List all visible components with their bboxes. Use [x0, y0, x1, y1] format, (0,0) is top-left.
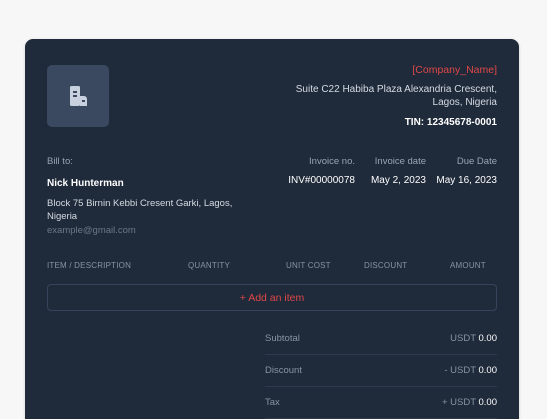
column-header-discount: DISCOUNT	[364, 261, 408, 270]
discount-label: Discount	[265, 365, 302, 376]
add-item-button[interactable]: + Add an item	[47, 284, 497, 311]
bill-to-label: Bill to:	[47, 156, 73, 167]
column-header-quantity: QUANTITY	[188, 261, 231, 270]
invoice-date-label: Invoice date	[374, 156, 426, 167]
tax-amount: + USDT 0.00	[442, 397, 497, 408]
subtotal-row: Subtotal USDT 0.00	[265, 323, 497, 355]
subtotal-label: Subtotal	[265, 333, 300, 344]
discount-value: 0.00	[478, 365, 498, 376]
due-date-label: Due Date	[456, 156, 497, 167]
company-logo-placeholder[interactable]	[47, 65, 109, 127]
subtotal-amount: USDT 0.00	[450, 333, 497, 344]
discount-amount: - USDT 0.00	[444, 365, 497, 376]
due-date-value[interactable]: May 16, 2023	[436, 175, 497, 186]
client-email-field[interactable]: example@gmail.com	[47, 225, 136, 236]
discount-currency: - USDT	[444, 365, 476, 376]
subtotal-currency: USDT	[450, 333, 476, 344]
column-header-item: ITEM / DESCRIPTION	[47, 261, 132, 270]
tax-value: 0.00	[478, 397, 498, 408]
client-name[interactable]: Nick Hunterman	[47, 178, 124, 189]
company-info: [Company_Name] Suite C22 Habiba Plaza Al…	[257, 64, 497, 128]
invoice-no-value[interactable]: INV#00000078	[288, 175, 355, 186]
client-address[interactable]: Block 75 Birnin Kebbi Cresent Garki, Lag…	[47, 198, 247, 223]
tax-row[interactable]: Tax + USDT 0.00	[265, 387, 497, 419]
company-name[interactable]: [Company_Name]	[257, 64, 497, 77]
company-address: Suite C22 Habiba Plaza Alexandria Cresce…	[257, 84, 497, 109]
column-header-unit-cost: UNIT COST	[286, 261, 331, 270]
discount-row[interactable]: Discount - USDT 0.00	[265, 355, 497, 387]
company-tin: TIN: 12345678-0001	[404, 117, 497, 128]
invoice-card: [Company_Name] Suite C22 Habiba Plaza Al…	[25, 39, 519, 419]
company-address-line2: Lagos, Nigeria	[432, 96, 497, 108]
column-header-amount: AMOUNT	[450, 261, 486, 270]
invoice-date-value[interactable]: May 2, 2023	[371, 175, 426, 186]
invoice-no-label: Invoice no.	[309, 156, 355, 167]
subtotal-value: 0.00	[478, 333, 498, 344]
building-icon	[70, 86, 87, 106]
tax-label: Tax	[265, 397, 280, 408]
company-address-line1: Suite C22 Habiba Plaza Alexandria Cresce…	[295, 84, 497, 95]
tax-currency: + USDT	[441, 397, 476, 408]
